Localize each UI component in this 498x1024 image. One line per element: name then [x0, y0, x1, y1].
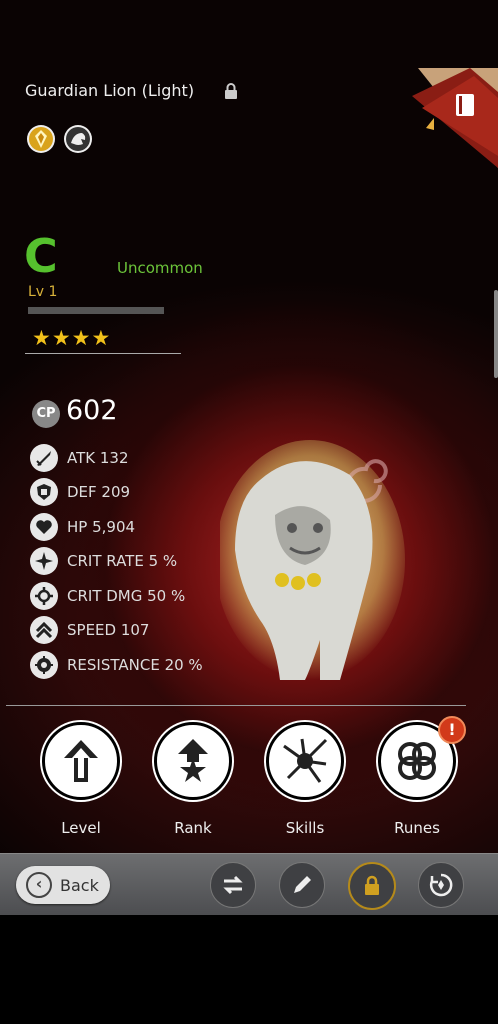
level-label: Lv 1	[28, 284, 58, 300]
cp-badge: CP	[32, 400, 60, 428]
rank-button[interactable]: Rank	[153, 722, 233, 837]
skills-icon[interactable]	[266, 722, 344, 800]
chevron-left-icon: ‹	[26, 872, 52, 898]
crit-dmg-icon	[30, 582, 58, 610]
section-divider	[6, 705, 466, 706]
light-element-icon[interactable]	[27, 125, 55, 153]
heart-icon	[30, 513, 58, 541]
lock-toggle-icon[interactable]	[348, 862, 396, 910]
system-nav-area	[0, 915, 498, 1024]
skills-label: Skills	[285, 819, 325, 837]
crit-rate-icon	[30, 547, 58, 575]
stat-speed: SPEED 107	[30, 615, 149, 645]
sword-icon	[30, 444, 58, 472]
scrollbar[interactable]	[494, 290, 498, 378]
speed-icon	[30, 616, 58, 644]
stat-label: RESISTANCE 20 %	[67, 656, 203, 674]
runes-label: Runes	[394, 819, 440, 837]
level-label: Level	[61, 819, 101, 837]
runes-alert-badge: !	[438, 716, 466, 744]
stat-def: DEF 209	[30, 477, 130, 507]
evolve-icon[interactable]	[418, 862, 464, 908]
level-button[interactable]: Level	[41, 722, 121, 837]
edit-icon[interactable]	[279, 862, 325, 908]
grade-letter: C	[24, 229, 58, 283]
rarity-label: Uncommon	[117, 259, 203, 277]
stat-label: CRIT RATE 5 %	[67, 552, 178, 570]
star-rating: ★★★★	[32, 326, 112, 350]
back-label: Back	[60, 875, 99, 895]
stat-resistance: RESISTANCE 20 %	[30, 650, 203, 680]
skills-button[interactable]: Skills	[265, 722, 345, 837]
back-button[interactable]: ‹ Back	[16, 866, 110, 904]
codex-book-icon[interactable]	[412, 68, 498, 168]
stars-underline	[25, 353, 181, 354]
xp-bar	[28, 307, 164, 314]
lock-icon[interactable]	[222, 82, 240, 100]
stat-crit-rate: CRIT RATE 5 %	[30, 546, 177, 576]
monster-detail-screen: Guardian Lion (Light) C Uncommon Lv 1 ★★…	[0, 0, 498, 1024]
cp-value: 602	[66, 395, 118, 426]
level-up-icon[interactable]	[42, 722, 120, 800]
stat-crit-dmg: CRIT DMG 50 %	[30, 581, 185, 611]
monster-model[interactable]	[215, 440, 420, 690]
swap-icon[interactable]	[210, 862, 256, 908]
stat-label: SPEED 107	[67, 621, 150, 639]
shield-icon	[30, 478, 58, 506]
rank-label: Rank	[174, 819, 212, 837]
stat-label: HP 5,904	[67, 518, 136, 536]
stat-atk: ATK 132	[30, 443, 129, 473]
monster-name: Guardian Lion (Light)	[25, 81, 195, 100]
beast-type-icon[interactable]	[64, 125, 92, 153]
stat-label: ATK 132	[67, 449, 129, 467]
stat-hp: HP 5,904	[30, 512, 135, 542]
resistance-icon	[30, 651, 58, 679]
stat-label: CRIT DMG 50 %	[67, 587, 186, 605]
stat-label: DEF 209	[67, 483, 131, 501]
rank-up-icon[interactable]	[154, 722, 232, 800]
